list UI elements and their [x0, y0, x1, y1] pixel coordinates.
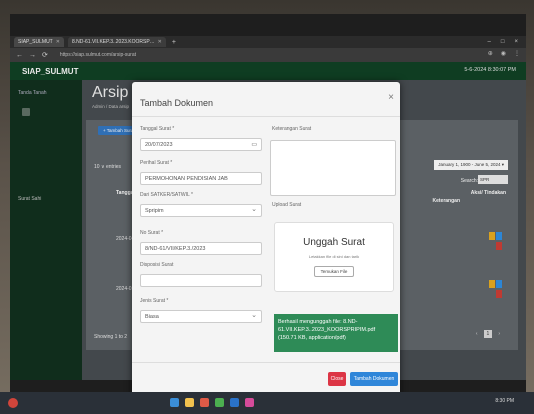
- close-window-button[interactable]: ×: [514, 39, 518, 45]
- edit-icon[interactable]: [489, 280, 495, 288]
- menu-icon[interactable]: ⋮: [514, 50, 520, 57]
- add-document-button[interactable]: Tambah Dokumen: [350, 372, 398, 386]
- pager-next[interactable]: ›: [498, 331, 500, 337]
- jenis-label: Jenis Surat *: [140, 298, 169, 304]
- profile-icon[interactable]: ◉: [501, 50, 506, 57]
- pager-current[interactable]: 1: [483, 330, 493, 338]
- date-range-filter[interactable]: January 1, 1900 - June 5, 2024 ▾: [434, 160, 508, 170]
- start-icon[interactable]: [8, 398, 18, 408]
- tab-label: SIAP_SULMUT: [18, 39, 53, 45]
- calendar-icon[interactable]: ▭: [251, 139, 257, 152]
- browse-file-button[interactable]: Temukan File: [313, 266, 355, 277]
- upload-label: Upload Surat: [272, 202, 302, 208]
- close-icon[interactable]: ×: [388, 92, 394, 103]
- pager-prev[interactable]: ‹: [476, 331, 478, 337]
- col-keterangan[interactable]: Keterangan: [432, 198, 460, 204]
- taskbar-clock: 8:30 PM: [495, 398, 514, 404]
- brand-logo[interactable]: SIAP_SULMUT: [22, 67, 78, 76]
- close-icon[interactable]: ✕: [158, 39, 162, 45]
- dropzone-hint: Letakkan file di sini dan tarik: [308, 254, 360, 259]
- close-icon[interactable]: ✕: [56, 39, 60, 45]
- back-icon[interactable]: ←: [16, 52, 23, 59]
- perihal-label: Perihal Surat *: [140, 160, 173, 166]
- window-controls: – □ ×: [488, 36, 518, 48]
- keterangan-label: Keterangan Surat: [272, 126, 312, 132]
- row-actions: [496, 242, 502, 250]
- showing-info: Showing 1 to 2: [94, 334, 128, 340]
- edit-icon[interactable]: [489, 232, 495, 240]
- browser-icon[interactable]: [215, 398, 224, 407]
- add-document-modal: Tambah Dokumen × Tanggal Surat * 20/07/2…: [132, 82, 400, 392]
- browser-toolbar: ⊕ ◉ ⋮: [488, 50, 520, 57]
- disposisi-input[interactable]: [140, 274, 262, 287]
- search-input[interactable]: SPR: [478, 175, 508, 184]
- sidebar-icon[interactable]: [22, 108, 30, 116]
- maximize-button[interactable]: □: [501, 39, 505, 45]
- extensions-icon[interactable]: ⊕: [488, 50, 493, 57]
- modal-header: Tambah Dokumen ×: [132, 82, 400, 117]
- entries-select[interactable]: 10 ∨ entries: [94, 164, 121, 170]
- screen: SIAP_SULMUT ✕ 8.ND-61.VII.KEP.3..2023.KO…: [10, 14, 526, 392]
- app-icon[interactable]: [170, 398, 179, 407]
- row-actions: [489, 232, 502, 240]
- delete-icon[interactable]: [496, 290, 502, 298]
- row-actions: [489, 280, 502, 288]
- nosurat-label: No Surat *: [140, 230, 164, 236]
- sidebar-item-top[interactable]: Tanda Tanah: [18, 90, 82, 96]
- app-icon[interactable]: [245, 398, 254, 407]
- app-icon[interactable]: [230, 398, 239, 407]
- monitor-photo: SIAP_SULMUT ✕ 8.ND-61.VII.KEP.3..2023.KO…: [0, 0, 534, 414]
- upload-dropzone[interactable]: Unggah Surat Letakkan file di sini dan t…: [274, 222, 394, 292]
- breadcrumb: Admin / Data arsip: [92, 104, 130, 109]
- upload-success-alert: Berhasil mengunggah file: 8.ND-61.VII.KE…: [274, 314, 398, 352]
- perihal-input[interactable]: PERMOHONAN PENDISIAN JAB: [140, 172, 262, 185]
- row-actions: [496, 290, 502, 298]
- tanggal-input[interactable]: 20/07/2023 ▭: [140, 138, 262, 151]
- os-taskbar: 8:30 PM: [0, 392, 534, 414]
- address-bar: ← → ⟳ https://siap.sulmut.com/arsip-sura…: [10, 48, 526, 62]
- browser-tabbar: SIAP_SULMUT ✕ 8.ND-61.VII.KEP.3..2023.KO…: [10, 36, 526, 48]
- browser-tab-active[interactable]: SIAP_SULMUT ✕: [14, 37, 64, 47]
- url-field[interactable]: https://siap.sulmut.com/arsip-surat: [60, 52, 136, 58]
- nosurat-input[interactable]: 8/ND-61/VII/KEP.3./2023: [140, 242, 262, 255]
- datetime: 5-6-2024 8:30:07 PM: [464, 67, 516, 73]
- disposisi-label: Disposisi Surat: [140, 262, 174, 268]
- reload-icon[interactable]: ⟳: [42, 51, 48, 59]
- dari-label: Dari SATKER/SATWIL *: [140, 192, 193, 198]
- dropzone-title: Unggah Surat: [303, 237, 365, 248]
- view-icon[interactable]: [496, 280, 502, 288]
- app-icon[interactable]: [200, 398, 209, 407]
- close-button[interactable]: Close: [328, 372, 346, 386]
- new-tab-icon[interactable]: +: [172, 39, 176, 46]
- top-navbar: SIAP_SULMUT 5-6-2024 8:30:07 PM: [10, 62, 526, 80]
- dari-select[interactable]: Spripim: [140, 203, 262, 217]
- keterangan-textarea[interactable]: [270, 140, 396, 196]
- sidebar-item-surat[interactable]: Surat Sahi: [18, 196, 41, 202]
- sidebar: Tanda Tanah Surat Sahi: [10, 80, 82, 380]
- view-icon[interactable]: [496, 232, 502, 240]
- tab-label: 8.ND-61.VII.KEP.3..2023.KOORSP…: [71, 39, 155, 45]
- jenis-select[interactable]: Biasa: [140, 309, 262, 323]
- forward-icon[interactable]: →: [29, 52, 36, 59]
- delete-icon[interactable]: [496, 242, 502, 250]
- col-aksi[interactable]: Aksi/ Tindakan: [471, 190, 506, 196]
- minimize-button[interactable]: –: [488, 39, 491, 45]
- modal-footer-divider: [132, 362, 400, 363]
- browser-tab[interactable]: 8.ND-61.VII.KEP.3..2023.KOORSP… ✕: [67, 37, 166, 47]
- taskbar-apps: [170, 398, 254, 407]
- pagination: ‹ 1 ›: [476, 330, 500, 338]
- folder-icon[interactable]: [185, 398, 194, 407]
- search-label: Search:: [460, 178, 478, 184]
- modal-title: Tambah Dokumen: [140, 98, 214, 108]
- tanggal-label: Tanggal Surat *: [140, 126, 175, 132]
- tanggal-value: 20/07/2023: [145, 142, 173, 148]
